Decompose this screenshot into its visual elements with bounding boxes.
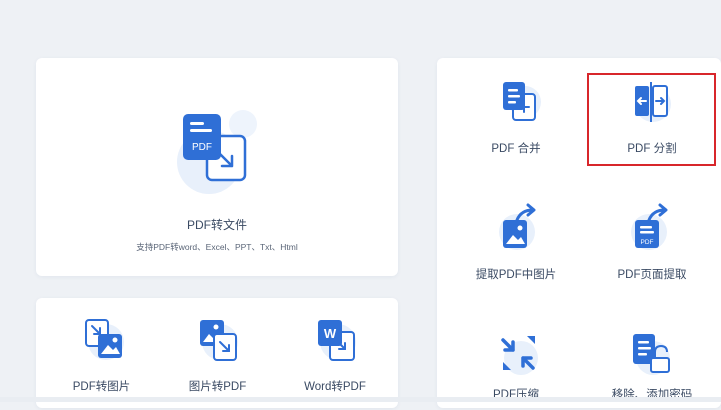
page-extract-badge-text: PDF: [641, 239, 654, 246]
pdf-badge-text: PDF: [192, 142, 212, 153]
page-extract-label: PDF页面提取: [617, 269, 687, 281]
extract-image-label: 提取PDF中图片: [475, 269, 557, 281]
image-to-pdf-label: 图片转PDF: [188, 381, 247, 393]
word-badge-text: W: [324, 326, 337, 341]
page-extract-tool[interactable]: PDF PDF页面提取: [589, 200, 715, 290]
pdf-tools-card: PDF 合并 PDF 分割 提取PDF中图片 PDF PDF页面提取 PDF压缩…: [437, 58, 721, 408]
pdf-convert-icon: PDF: [173, 106, 263, 196]
pdf-convert-subtitle: 支持PDF转word、Excel、PPT、Txt、Html: [136, 242, 298, 252]
image-to-pdf-tool[interactable]: 图片转PDF: [160, 316, 275, 406]
word-to-pdf-icon: W: [314, 316, 358, 369]
page-extract-icon: PDF: [629, 200, 673, 257]
pdf-merge-icon: [497, 78, 541, 131]
bottom-strip: [0, 397, 721, 402]
pdf-convert-label: PDF转文件: [186, 218, 247, 232]
pdf-split-tool[interactable]: PDF 分割: [589, 78, 715, 168]
password-lock-icon: [629, 330, 673, 383]
pdf-merge-label: PDF 合并: [491, 143, 541, 155]
pdf-to-image-icon: [82, 316, 126, 369]
pdf-merge-tool[interactable]: PDF 合并: [451, 78, 581, 168]
extract-image-tool[interactable]: 提取PDF中图片: [451, 200, 581, 290]
pdf-convert-tool[interactable]: PDF PDF转文件 支持PDF转word、Excel、PPT、Txt、Html: [36, 58, 398, 276]
pdf-to-image-label: PDF转图片: [72, 381, 131, 393]
pdf-split-icon: [629, 78, 673, 131]
image-tools-card: PDF转图片 图片转PDF W Word转PDF: [36, 298, 398, 408]
image-to-pdf-icon: [196, 316, 240, 369]
extract-image-icon: [497, 200, 541, 257]
pdf-to-image-tool[interactable]: PDF转图片: [44, 316, 159, 406]
word-to-pdf-label: Word转PDF: [304, 381, 366, 393]
pdf-split-label: PDF 分割: [627, 143, 677, 155]
main-converter-card: PDF PDF转文件 支持PDF转word、Excel、PPT、Txt、Html: [36, 58, 398, 276]
word-to-pdf-tool[interactable]: W Word转PDF: [276, 316, 394, 406]
pdf-compress-icon: [497, 330, 541, 383]
